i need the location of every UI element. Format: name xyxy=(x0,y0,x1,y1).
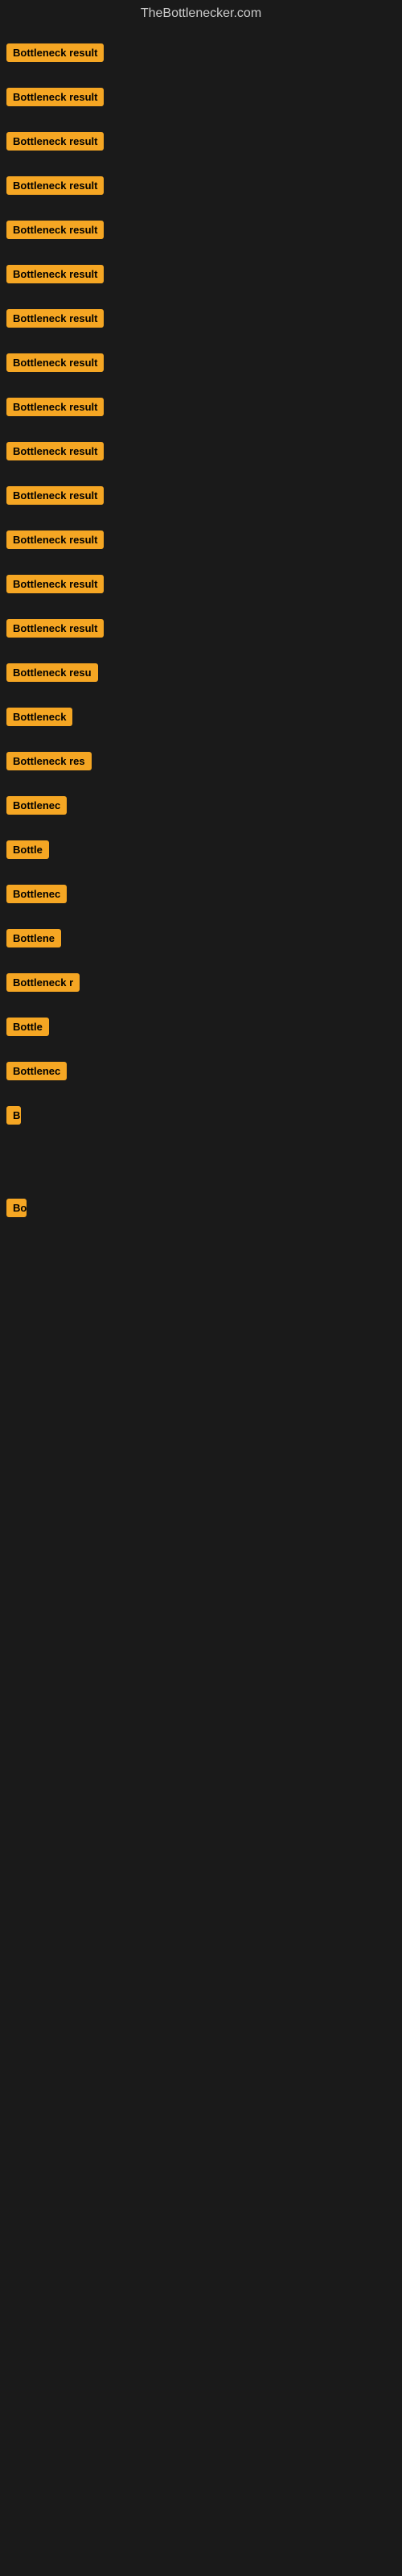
bottleneck-badge: B xyxy=(6,1106,21,1125)
bottleneck-badge: Bottleneck result xyxy=(6,530,104,549)
bottleneck-item[interactable]: Bottleneck result xyxy=(6,442,396,460)
bottleneck-item[interactable]: Bottleneck r xyxy=(6,973,396,992)
bottleneck-badge: Bottleneck result xyxy=(6,486,104,505)
site-title-container: TheBottlenecker.com xyxy=(0,0,402,31)
bottleneck-row: Bottleneck result xyxy=(0,606,402,650)
bottleneck-row: Bottleneck result xyxy=(0,31,402,75)
bottleneck-badge: Bottleneck result xyxy=(6,132,104,151)
bottleneck-item[interactable]: Bottleneck result xyxy=(6,353,396,372)
bottleneck-badge: Bottleneck result xyxy=(6,353,104,372)
bottleneck-row: Bottleneck result xyxy=(0,252,402,296)
bottleneck-row: Bottleneck result xyxy=(0,562,402,606)
bottleneck-item[interactable]: Bottlenec xyxy=(6,796,396,815)
bottleneck-item[interactable]: Bottle xyxy=(6,1018,396,1036)
bottleneck-row: Bottleneck result xyxy=(0,296,402,341)
bottleneck-badge: Bottleneck result xyxy=(6,398,104,416)
bottleneck-row: Bottleneck result xyxy=(0,119,402,163)
bottleneck-row: Bo xyxy=(0,1186,402,1230)
bottleneck-badge: Bottleneck res xyxy=(6,752,92,770)
bottleneck-item[interactable]: Bottlenec xyxy=(6,1062,396,1080)
bottleneck-item[interactable]: Bottleneck result xyxy=(6,43,396,62)
bottleneck-item[interactable]: Bottleneck result xyxy=(6,309,396,328)
bottleneck-row: Bottleneck result xyxy=(0,385,402,429)
bottleneck-row xyxy=(0,1154,402,1170)
bottleneck-badge: Bottleneck result xyxy=(6,176,104,195)
bottleneck-row: Bottlene xyxy=(0,916,402,960)
bottleneck-row: Bottleneck result xyxy=(0,208,402,252)
bottleneck-item[interactable]: Bottleneck result xyxy=(6,619,396,638)
bottleneck-item[interactable]: Bottleneck result xyxy=(6,486,396,505)
bottleneck-row: Bottle xyxy=(0,1005,402,1049)
bottleneck-badge: Bottleneck result xyxy=(6,265,104,283)
bottleneck-row: Bottleneck resu xyxy=(0,650,402,695)
bottleneck-row: B xyxy=(0,1093,402,1137)
bottleneck-row xyxy=(0,1262,402,1278)
bottleneck-item[interactable]: Bottleneck result xyxy=(6,398,396,416)
bottleneck-badge: Bottlene xyxy=(6,929,61,947)
bottleneck-item[interactable]: Bottleneck result xyxy=(6,176,396,195)
bottleneck-row xyxy=(0,1170,402,1186)
bottleneck-row: Bottleneck result xyxy=(0,518,402,562)
bottleneck-row: Bottle xyxy=(0,828,402,872)
bottleneck-row: Bottleneck xyxy=(0,695,402,739)
bottleneck-item[interactable]: Bottlenec xyxy=(6,885,396,903)
bottleneck-badge: Bottleneck result xyxy=(6,619,104,638)
bottleneck-row xyxy=(0,1246,402,1262)
bottleneck-item[interactable]: Bottleneck result xyxy=(6,132,396,151)
bottleneck-item[interactable]: Bottleneck result xyxy=(6,265,396,283)
bottleneck-badge: Bottleneck r xyxy=(6,973,80,992)
bottleneck-item[interactable]: Bottleneck xyxy=(6,708,396,726)
bottleneck-badge: Bottleneck result xyxy=(6,88,104,106)
bottleneck-row: Bottleneck r xyxy=(0,960,402,1005)
bottleneck-badge: Bottleneck resu xyxy=(6,663,98,682)
bottleneck-row: Bottlenec xyxy=(0,872,402,916)
bottleneck-badge: Bottleneck result xyxy=(6,575,104,593)
bottleneck-item[interactable]: Bo xyxy=(6,1199,396,1217)
bottleneck-row: Bottleneck res xyxy=(0,739,402,783)
bottleneck-badge: Bo xyxy=(6,1199,27,1217)
bottleneck-item[interactable]: Bottleneck result xyxy=(6,221,396,239)
bottleneck-item[interactable]: Bottleneck result xyxy=(6,88,396,106)
bottleneck-row: Bottlenec xyxy=(0,783,402,828)
site-title: TheBottlenecker.com xyxy=(0,0,402,31)
bottleneck-item[interactable]: Bottlene xyxy=(6,929,396,947)
bottleneck-row: Bottleneck result xyxy=(0,341,402,385)
bottleneck-item[interactable]: Bottleneck result xyxy=(6,530,396,549)
bottleneck-badge: Bottleneck result xyxy=(6,43,104,62)
bottleneck-badge: Bottlenec xyxy=(6,796,67,815)
bottleneck-row xyxy=(0,1137,402,1154)
bottleneck-badge: Bottleneck result xyxy=(6,309,104,328)
bottleneck-row xyxy=(0,1230,402,1246)
bottleneck-row: Bottlenec xyxy=(0,1049,402,1093)
bottleneck-badge: Bottlenec xyxy=(6,1062,67,1080)
bottleneck-row: Bottleneck result xyxy=(0,75,402,119)
rows-container: Bottleneck result Bottleneck result Bottle… xyxy=(0,31,402,1278)
bottleneck-item[interactable]: Bottleneck resu xyxy=(6,663,396,682)
bottleneck-badge: Bottlenec xyxy=(6,885,67,903)
bottleneck-row: Bottleneck result xyxy=(0,163,402,208)
bottleneck-badge: Bottleneck result xyxy=(6,442,104,460)
bottleneck-badge: Bottle xyxy=(6,1018,49,1036)
bottleneck-badge: Bottleneck xyxy=(6,708,72,726)
bottleneck-item[interactable]: Bottleneck res xyxy=(6,752,396,770)
bottleneck-item[interactable]: Bottleneck result xyxy=(6,575,396,593)
bottleneck-row: Bottleneck result xyxy=(0,429,402,473)
bottleneck-item[interactable]: Bottle xyxy=(6,840,396,859)
bottleneck-row: Bottleneck result xyxy=(0,473,402,518)
bottleneck-badge: Bottleneck result xyxy=(6,221,104,239)
bottleneck-badge: Bottle xyxy=(6,840,49,859)
bottleneck-item[interactable]: B xyxy=(6,1106,396,1125)
